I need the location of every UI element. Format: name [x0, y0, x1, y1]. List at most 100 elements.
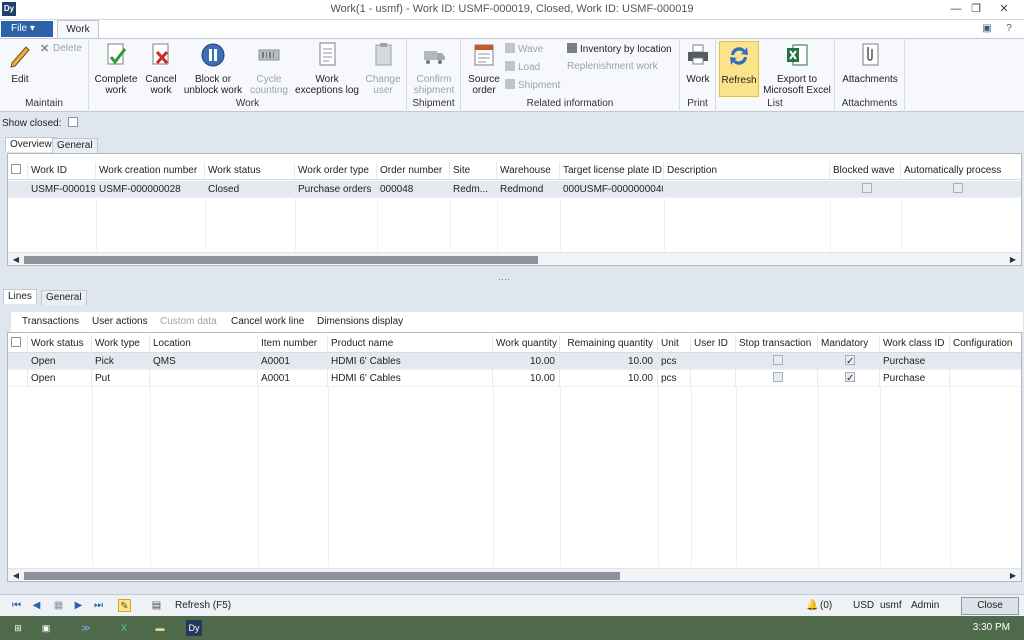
dynamics-ax-icon[interactable]: Dy — [186, 620, 202, 636]
col-warehouse[interactable]: Warehouse — [497, 162, 560, 179]
show-closed-checkbox[interactable] — [68, 117, 79, 127]
scrollbar-thumb[interactable] — [24, 572, 620, 580]
table-row[interactable]: Open Put A0001 HDMI 6' Cables 10.00 10.0… — [8, 370, 1021, 387]
inventory-by-location-button[interactable]: Inventory by location — [567, 43, 672, 56]
mandatory-checkbox[interactable] — [845, 353, 855, 370]
notifications-count[interactable]: (0) — [820, 600, 832, 611]
company-indicator[interactable]: usmf — [880, 600, 902, 611]
col-product-name[interactable]: Product name — [328, 335, 493, 352]
cancel-work-line-button[interactable]: Cancel work line — [231, 316, 304, 327]
tab-lines[interactable]: Lines — [3, 289, 37, 304]
col-blocked-wave[interactable]: Blocked wave — [830, 162, 901, 179]
user-actions-button[interactable]: User actions — [92, 316, 148, 327]
help-icon[interactable]: ? — [1002, 23, 1016, 35]
select-all-checkbox[interactable] — [11, 164, 21, 174]
restore-button[interactable]: ❐ — [966, 2, 986, 16]
custom-data-button[interactable]: Custom data — [160, 316, 217, 327]
tab-overview[interactable]: Overview — [5, 137, 57, 152]
auto-process-checkbox[interactable] — [952, 183, 963, 193]
next-record-icon[interactable]: ▶ — [72, 599, 85, 612]
col-work-creation-number[interactable]: Work creation number — [96, 162, 205, 179]
attachments-button[interactable]: Attachments — [838, 41, 902, 85]
bell-icon[interactable]: 🔔 — [806, 599, 819, 612]
lines-select-all-checkbox[interactable] — [11, 337, 21, 347]
row-selector[interactable] — [8, 181, 28, 198]
load-button[interactable]: Load — [505, 61, 540, 74]
col-stop-transaction[interactable]: Stop transaction — [736, 335, 818, 352]
export-to-excel-button[interactable]: Export to Microsoft Excel — [762, 41, 832, 96]
tab-work[interactable]: Work — [57, 20, 99, 38]
tab-general-lines[interactable]: General — [41, 290, 87, 305]
col-work-id[interactable]: Work ID — [28, 162, 96, 179]
col-remaining-quantity[interactable]: Remaining quantity — [560, 335, 658, 352]
scroll-right-arrow[interactable]: ▶ — [1007, 569, 1019, 582]
col-user-id[interactable]: User ID — [691, 335, 736, 352]
refresh-button[interactable]: Refresh — [719, 41, 759, 97]
document-icon[interactable]: ▤ — [150, 599, 163, 612]
layout-icon[interactable]: ▣ — [980, 23, 994, 35]
col-work-order-type[interactable]: Work order type — [295, 162, 377, 179]
source-order-button[interactable]: Source order — [465, 41, 503, 96]
powershell-icon[interactable]: ≫ — [78, 620, 94, 636]
previous-record-icon[interactable]: ◀ — [30, 599, 43, 612]
scroll-right-arrow[interactable]: ▶ — [1007, 253, 1019, 266]
excel-taskbar-icon[interactable]: X — [116, 620, 132, 636]
confirm-shipment-button[interactable]: Confirm shipment — [411, 41, 457, 96]
print-work-button[interactable]: Work — [683, 41, 713, 85]
folder-icon[interactable]: ▬ — [152, 620, 168, 636]
table-row[interactable]: USMF-000019 USMF-000000028 Closed Purcha… — [8, 181, 1021, 198]
currency-indicator[interactable]: USD — [853, 600, 874, 611]
col-work-class-id[interactable]: Work class ID — [880, 335, 950, 352]
col-item-number[interactable]: Item number — [258, 335, 328, 352]
minimize-button[interactable]: — — [946, 2, 966, 16]
table-row[interactable]: Open Pick QMS A0001 HDMI 6' Cables 10.00… — [8, 353, 1021, 370]
close-window-button[interactable]: ✕ — [994, 2, 1014, 16]
change-user-button[interactable]: Change user — [363, 41, 403, 96]
user-indicator[interactable]: Admin — [911, 600, 939, 611]
stop-transaction-checkbox[interactable] — [773, 355, 783, 365]
block-unblock-work-button[interactable]: Block or unblock work — [183, 41, 243, 96]
close-button[interactable]: Close — [961, 597, 1019, 615]
stop-transaction-checkbox[interactable] — [773, 372, 783, 382]
col-site[interactable]: Site — [450, 162, 497, 179]
splitter-handle[interactable]: ···· — [498, 274, 510, 284]
col-work-type[interactable]: Work type — [92, 335, 150, 352]
col-work-quantity[interactable]: Work quantity — [493, 335, 560, 352]
cycle-counting-button[interactable]: Cycle counting — [249, 41, 289, 96]
col-line-work-status[interactable]: Work status — [28, 335, 92, 352]
scroll-left-arrow[interactable]: ◀ — [10, 253, 22, 266]
dimensions-display-button[interactable]: Dimensions display — [317, 316, 403, 327]
first-record-icon[interactable]: ⏮ — [10, 599, 23, 612]
col-order-number[interactable]: Order number — [377, 162, 450, 179]
blocked-wave-checkbox[interactable] — [861, 183, 872, 193]
col-location[interactable]: Location — [150, 335, 258, 352]
col-work-status[interactable]: Work status — [205, 162, 295, 179]
start-icon[interactable]: ⊞ — [10, 620, 26, 636]
wave-button[interactable]: Wave — [505, 43, 543, 56]
shipment-button[interactable]: Shipment — [505, 79, 560, 92]
replenishment-work-button[interactable]: Replenishment work — [567, 61, 658, 73]
grid-view-icon[interactable]: ▦ — [52, 599, 65, 612]
file-tab[interactable]: File ▾ — [1, 21, 53, 37]
taskbar-app-icon[interactable]: ▣ — [38, 620, 54, 636]
work-grid-scrollbar[interactable]: ◀ ▶ — [8, 252, 1021, 265]
col-unit[interactable]: Unit — [658, 335, 691, 352]
row-selector[interactable] — [8, 353, 28, 370]
edit-mode-icon[interactable]: ✎ — [118, 599, 131, 612]
lines-grid-scrollbar[interactable]: ◀ ▶ — [8, 568, 1021, 581]
mandatory-checkbox[interactable] — [845, 370, 855, 387]
col-automatically-process[interactable]: Automatically process — [901, 162, 1011, 179]
last-record-icon[interactable]: ⏭ — [92, 599, 105, 612]
complete-work-button[interactable]: Complete work — [93, 41, 139, 96]
cancel-work-button[interactable]: Cancel work — [143, 41, 179, 96]
scrollbar-thumb[interactable] — [24, 256, 538, 264]
row-selector[interactable] — [8, 370, 28, 387]
tab-general-header[interactable]: General — [52, 138, 98, 153]
edit-button[interactable]: Edit — [4, 41, 36, 85]
col-target-license-plate[interactable]: Target license plate ID — [560, 162, 664, 179]
col-description[interactable]: Description — [664, 162, 830, 179]
scroll-left-arrow[interactable]: ◀ — [10, 569, 22, 582]
work-exceptions-log-button[interactable]: Work exceptions log — [295, 41, 359, 96]
col-configuration[interactable]: Configuration — [950, 335, 1021, 352]
delete-button[interactable]: ✕ Delete — [40, 43, 82, 55]
